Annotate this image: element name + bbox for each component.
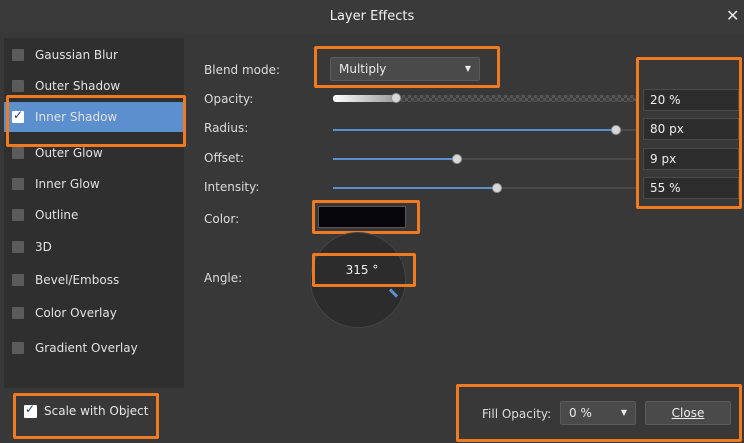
fill-opacity-value: 0 % [569, 406, 592, 420]
effect-checkbox[interactable] [12, 342, 24, 354]
effect-label: Bevel/Emboss [35, 273, 120, 287]
effect-item-inner-glow[interactable]: Inner Glow [4, 169, 184, 199]
effect-checkbox[interactable] [12, 274, 24, 286]
blend-mode-value: Multiply [339, 62, 387, 76]
effect-checkbox[interactable] [12, 80, 24, 92]
layer-effects-dialog: Layer Effects ✕ Gaussian Blur Outer Shad… [0, 0, 744, 443]
intensity-slider-fill [333, 187, 497, 189]
effect-checkbox[interactable] [12, 49, 24, 61]
fill-opacity-dropdown[interactable]: 0 % ▼ [560, 401, 636, 425]
angle-value-field[interactable]: 315 ° [322, 260, 402, 280]
effect-label: Inner Shadow [35, 110, 118, 124]
effect-item-bevel-emboss[interactable]: Bevel/Emboss [4, 265, 184, 295]
angle-dial[interactable] [310, 232, 406, 328]
radius-slider-fill [333, 129, 616, 131]
effect-item-color-overlay[interactable]: Color Overlay [4, 298, 184, 328]
effect-item-outer-shadow[interactable]: Outer Shadow [4, 71, 184, 101]
effect-item-gaussian-blur[interactable]: Gaussian Blur [4, 40, 184, 70]
chevron-down-icon: ▼ [464, 64, 471, 73]
color-label: Color: [204, 212, 240, 226]
effects-list: Gaussian Blur Outer Shadow Inner Shadow … [4, 38, 184, 388]
opacity-label: Opacity: [204, 92, 254, 106]
opacity-slider-fill [333, 95, 395, 102]
effect-label: Outer Shadow [35, 79, 121, 93]
offset-value-field[interactable]: 9 px [643, 148, 739, 170]
offset-slider-knob[interactable] [452, 154, 462, 164]
effect-label: Outer Glow [35, 146, 103, 160]
effect-label: Gaussian Blur [35, 48, 118, 62]
fill-opacity-label: Fill Opacity: [482, 407, 552, 421]
effect-checkbox[interactable] [12, 178, 24, 190]
effect-checkbox[interactable] [12, 209, 24, 221]
intensity-label: Intensity: [204, 180, 260, 194]
radius-value-field[interactable]: 80 px [643, 118, 739, 140]
color-swatch[interactable] [318, 206, 406, 228]
intensity-slider-knob[interactable] [492, 183, 502, 193]
intensity-value-field[interactable]: 55 % [643, 177, 739, 199]
close-button[interactable]: Close [645, 401, 731, 425]
effect-item-inner-shadow[interactable]: Inner Shadow [4, 102, 184, 132]
angle-label: Angle: [204, 271, 243, 285]
dialog-title: Layer Effects [329, 9, 415, 24]
offset-slider-rest [457, 158, 638, 160]
scale-with-object-checkbox[interactable] [24, 402, 37, 418]
effect-item-outline[interactable]: Outline [4, 200, 184, 230]
title-bar: Layer Effects ✕ [0, 0, 744, 33]
effect-checkbox-checked[interactable] [12, 108, 24, 123]
effect-label: Gradient Overlay [35, 341, 138, 355]
effect-label: Inner Glow [35, 177, 100, 191]
scale-with-object-label: Scale with Object [44, 404, 149, 418]
effect-label: 3D [35, 240, 52, 254]
effect-checkbox[interactable] [12, 241, 24, 253]
effect-checkbox[interactable] [12, 147, 24, 159]
opacity-slider-knob[interactable] [391, 93, 401, 103]
radius-label: Radius: [204, 121, 249, 135]
effect-item-outer-glow[interactable]: Outer Glow [4, 138, 184, 168]
effect-label: Outline [35, 208, 79, 222]
radius-slider-knob[interactable] [611, 125, 621, 135]
blend-mode-label: Blend mode: [204, 63, 281, 77]
close-icon[interactable]: ✕ [726, 6, 744, 26]
blend-mode-dropdown[interactable]: Multiply ▼ [330, 57, 480, 81]
offset-slider-fill [333, 158, 457, 160]
effect-item-gradient-overlay[interactable]: Gradient Overlay [4, 333, 184, 363]
opacity-value-field[interactable]: 20 % [643, 89, 739, 111]
effect-label: Color Overlay [35, 306, 117, 320]
chevron-down-icon: ▼ [620, 408, 627, 417]
effect-item-3d[interactable]: 3D [4, 232, 184, 262]
effect-checkbox[interactable] [12, 307, 24, 319]
offset-label: Offset: [204, 151, 245, 165]
intensity-slider-rest [497, 187, 638, 189]
